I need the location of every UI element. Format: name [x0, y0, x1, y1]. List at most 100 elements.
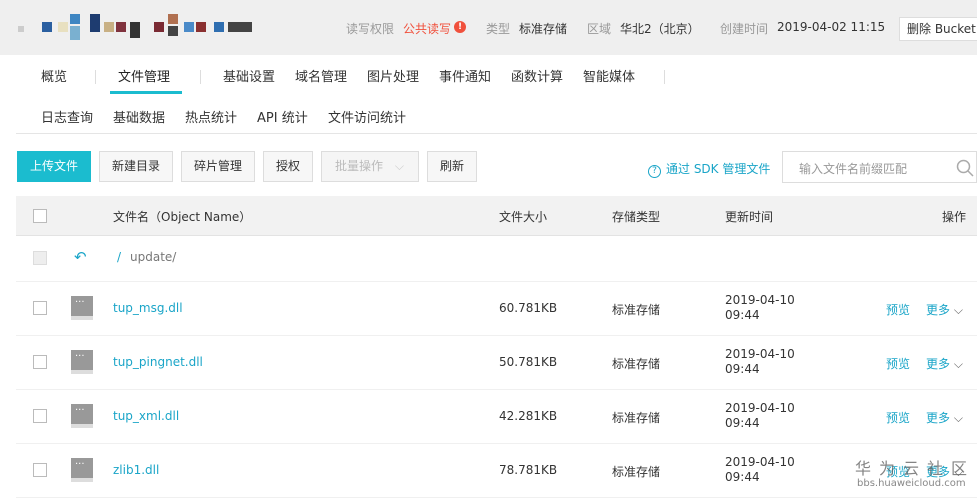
row-checkbox[interactable] — [33, 463, 47, 477]
chevron-down-icon: ⌵ — [394, 159, 404, 173]
subtab-hotspot-stats[interactable]: 热点统计 — [185, 107, 237, 126]
sdk-link-label: 通过 SDK 管理文件 — [666, 162, 771, 176]
header-time: 更新时间 — [725, 210, 774, 224]
root-path-link[interactable]: / — [117, 250, 121, 264]
update-date: 2019-04-10 — [725, 401, 795, 415]
header-actions: 操作 — [942, 210, 967, 224]
tab-divider — [664, 70, 665, 84]
more-dropdown[interactable]: 更多 ⌵ — [926, 301, 963, 318]
tab-basic-settings[interactable]: 基础设置 — [223, 66, 275, 85]
bucket-name-blurred — [18, 12, 278, 44]
watermark-logo: 华为云社区 — [855, 459, 976, 478]
batch-label: 批量操作 — [335, 159, 384, 173]
chevron-down-icon: ⌵ — [953, 303, 963, 317]
tab-smart-media[interactable]: 智能媒体 — [583, 66, 635, 85]
storage-type: 标准存储 — [612, 303, 661, 317]
file-size: 78.781KB — [499, 463, 558, 477]
subtab-api-stats[interactable]: API 统计 — [257, 107, 308, 126]
table-row: tup_xml.dll 42.281KB 标准存储 2019-04-10 09:… — [16, 390, 977, 444]
preview-link[interactable]: 预览 — [886, 301, 910, 318]
preview-link[interactable]: 预览 — [886, 409, 910, 426]
authorize-button[interactable]: 授权 — [263, 151, 313, 182]
region-value: 华北2（北京） — [620, 22, 700, 36]
table-header: 文件名（Object Name） 文件大小 存储类型 更新时间 操作 — [16, 196, 977, 236]
tab-event-notification[interactable]: 事件通知 — [439, 66, 491, 85]
tab-image-processing[interactable]: 图片处理 — [367, 66, 419, 85]
created-label: 创建时间 — [720, 22, 769, 36]
search-icon[interactable] — [956, 159, 974, 177]
chevron-down-icon: ⌵ — [953, 411, 963, 425]
tab-file-management[interactable]: 文件管理 — [118, 66, 170, 85]
created-value: 2019-04-02 11:15 — [777, 20, 886, 34]
tab-divider — [200, 70, 201, 84]
file-size: 42.281KB — [499, 409, 558, 423]
batch-operations-dropdown[interactable]: 批量操作 ⌵ — [321, 151, 419, 182]
storage-type: 标准存储 — [612, 357, 661, 371]
permission-value: 公共读写 — [403, 22, 452, 36]
file-size: 50.781KB — [499, 355, 558, 369]
file-icon — [71, 350, 93, 374]
file-size: 60.781KB — [499, 301, 558, 315]
more-dropdown[interactable]: 更多 ⌵ — [926, 355, 963, 372]
header-name: 文件名（Object Name） — [113, 210, 252, 224]
table-row: tup_pingnet.dll 50.781KB 标准存储 2019-04-10… — [16, 336, 977, 390]
more-label: 更多 — [926, 357, 951, 371]
back-arrow-icon[interactable]: ↶ — [74, 248, 87, 266]
fragment-management-button[interactable]: 碎片管理 — [181, 151, 255, 182]
file-name-link[interactable]: zlib1.dll — [113, 463, 159, 477]
update-date: 2019-04-10 — [725, 293, 795, 307]
type-value: 标准存储 — [519, 22, 568, 36]
update-time: 09:44 — [725, 362, 760, 376]
more-label: 更多 — [926, 303, 951, 317]
update-time: 09:44 — [725, 308, 760, 322]
chevron-down-icon: ⌵ — [953, 357, 963, 371]
row-checkbox[interactable] — [33, 301, 47, 315]
sdk-help-link[interactable]: ? 通过 SDK 管理文件 — [648, 160, 770, 178]
header-type: 存储类型 — [612, 210, 661, 224]
upload-file-button[interactable]: 上传文件 — [17, 151, 91, 182]
search-placeholder: 输入文件名前缀匹配 — [799, 162, 908, 176]
tab-function-compute[interactable]: 函数计算 — [511, 66, 563, 85]
subtab-log-query[interactable]: 日志查询 — [41, 107, 93, 126]
warning-icon[interactable]: ! — [454, 21, 466, 33]
help-icon: ? — [648, 165, 661, 178]
update-date: 2019-04-10 — [725, 347, 795, 361]
update-date: 2019-04-10 — [725, 455, 795, 469]
file-icon — [71, 458, 93, 482]
subtab-basic-data[interactable]: 基础数据 — [113, 107, 165, 126]
active-tab-indicator — [110, 91, 182, 94]
more-label: 更多 — [926, 411, 951, 425]
row-checkbox[interactable] — [33, 409, 47, 423]
update-time: 09:44 — [725, 470, 760, 484]
row-checkbox-disabled — [33, 251, 47, 265]
file-name-link[interactable]: tup_pingnet.dll — [113, 355, 203, 369]
tab-domain-management[interactable]: 域名管理 — [295, 66, 347, 85]
bucket-header: 读写权限 公共读写 ! 类型 标准存储 区域 华北2（北京） 创建时间 2019… — [0, 0, 977, 55]
preview-link[interactable]: 预览 — [886, 355, 910, 372]
new-directory-button[interactable]: 新建目录 — [99, 151, 173, 182]
table-row: tup_msg.dll 60.781KB 标准存储 2019-04-10 09:… — [16, 282, 977, 336]
table-row: zlib1.dll 78.781KB 标准存储 2019-04-10 09:44… — [16, 444, 977, 498]
region-label: 区域 — [587, 22, 612, 36]
tab-overview[interactable]: 概览 — [41, 66, 67, 85]
type-label: 类型 — [486, 22, 511, 36]
file-name-link[interactable]: tup_xml.dll — [113, 409, 179, 423]
file-icon — [71, 296, 93, 320]
storage-type: 标准存储 — [612, 411, 661, 425]
more-dropdown[interactable]: 更多 ⌵ — [926, 409, 963, 426]
file-icon — [71, 404, 93, 428]
row-checkbox[interactable] — [33, 355, 47, 369]
storage-type: 标准存储 — [612, 465, 661, 479]
select-all-checkbox[interactable] — [33, 209, 47, 223]
parent-dir-row: ↶ / update/ — [16, 236, 977, 282]
watermark-url: bbs.huaweicloud.com — [857, 478, 966, 489]
divider — [16, 133, 977, 134]
file-name-link[interactable]: tup_msg.dll — [113, 301, 183, 315]
update-time: 09:44 — [725, 416, 760, 430]
tab-divider — [95, 70, 96, 84]
header-size: 文件大小 — [499, 210, 548, 224]
refresh-button[interactable]: 刷新 — [427, 151, 477, 182]
subtab-file-access-stats[interactable]: 文件访问统计 — [328, 107, 406, 126]
delete-bucket-button[interactable]: 删除 Bucket — [899, 17, 977, 41]
search-input[interactable]: 输入文件名前缀匹配 — [782, 151, 977, 183]
